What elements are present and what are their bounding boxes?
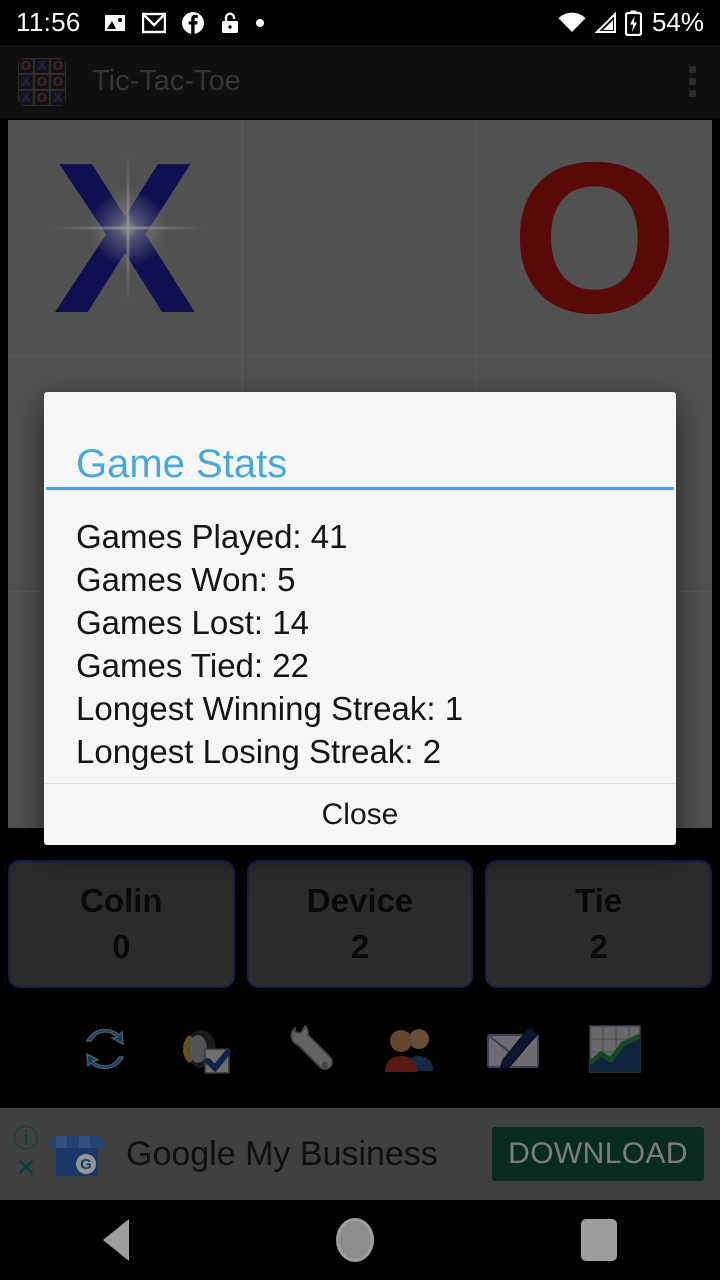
- wifi-icon: [558, 12, 586, 32]
- status-bar: 11:56 54%: [0, 0, 720, 45]
- facebook-icon: [181, 11, 204, 34]
- dialog-body: Games Played: 41 Games Won: 5 Games Lost…: [44, 490, 676, 783]
- dialog-close-button[interactable]: Close: [322, 798, 399, 832]
- back-triangle-icon[interactable]: [103, 1219, 130, 1261]
- stat-losing-streak: Longest Losing Streak: 2: [76, 732, 442, 770]
- status-right-icons: 54%: [557, 7, 704, 38]
- stat-winning-streak: Longest Winning Streak: 1: [76, 689, 464, 727]
- dot-icon: [255, 18, 264, 27]
- dialog-footer: Close: [44, 783, 676, 845]
- stat-games-lost: Games Lost: 14: [76, 603, 309, 641]
- unlock-icon: [221, 11, 238, 33]
- battery-charging-icon: [624, 10, 642, 36]
- navigation-bar: [0, 1200, 720, 1280]
- home-circle-icon[interactable]: [335, 1218, 374, 1262]
- gmail-icon: [141, 12, 166, 33]
- game-stats-dialog: Game Stats Games Played: 41 Games Won: 5…: [44, 392, 676, 845]
- status-left-icons: [103, 11, 265, 35]
- stat-games-won: Games Won: 5: [76, 561, 296, 599]
- battery-percent-label: 54%: [651, 7, 704, 37]
- image-icon: [104, 14, 125, 31]
- stat-games-played: Games Played: 41: [76, 518, 348, 556]
- dialog-title: Game Stats: [76, 442, 288, 486]
- recents-square-icon[interactable]: [580, 1219, 617, 1261]
- stat-games-tied: Games Tied: 22: [76, 646, 309, 684]
- status-clock: 11:56: [16, 7, 81, 37]
- cellular-signal-icon: [594, 11, 616, 33]
